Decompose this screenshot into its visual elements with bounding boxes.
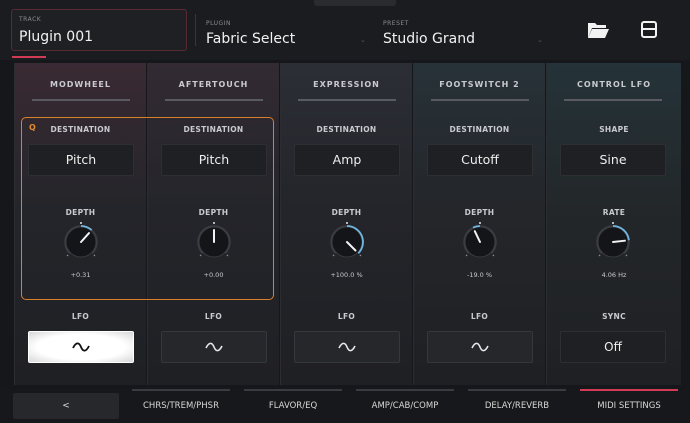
selection-frame bbox=[21, 117, 274, 300]
lfo-label: LFO bbox=[71, 312, 90, 321]
plugin-label: PLUGIN bbox=[206, 20, 231, 27]
sync-select[interactable]: Off bbox=[560, 331, 666, 363]
column-title-underline bbox=[165, 99, 263, 101]
plugin-value: Fabric Select bbox=[206, 31, 296, 47]
column-title-underline bbox=[564, 99, 662, 101]
back-button[interactable]: < bbox=[13, 393, 119, 419]
rate-value: 4.06 Hz bbox=[601, 271, 627, 279]
lfo-toggle-button[interactable] bbox=[427, 331, 533, 363]
lfo-toggle-button[interactable] bbox=[161, 331, 267, 363]
column-expression: EXPRESSION DESTINATION Amp DEPTH +100.0 … bbox=[280, 63, 412, 385]
column-footswitch-2: FOOTSWITCH 2 DESTINATION Cutoff DEPTH -1… bbox=[413, 63, 545, 385]
lfo-label: LFO bbox=[470, 312, 489, 321]
drag-handle[interactable] bbox=[314, 0, 396, 6]
depth-value: +100.0 % bbox=[330, 271, 363, 279]
tab-delay-reverb[interactable]: DELAY/REVERB bbox=[464, 389, 570, 423]
track-active-indicator bbox=[12, 56, 46, 58]
column-title: EXPRESSION bbox=[313, 80, 380, 89]
lfo-toggle-button[interactable] bbox=[294, 331, 400, 363]
track-value: Plugin 001 bbox=[19, 29, 94, 45]
rate-label: RATE bbox=[602, 208, 626, 217]
sine-wave-icon bbox=[205, 342, 223, 352]
column-title-underline bbox=[32, 99, 130, 101]
depth-label: DEPTH bbox=[464, 208, 495, 217]
column-title: FOOTSWITCH 2 bbox=[439, 80, 520, 89]
tab-midi-settings[interactable]: MIDI SETTINGS bbox=[576, 389, 682, 423]
header-bar: TRACK Plugin 001 PLUGIN Fabric Select ⌄ … bbox=[0, 0, 690, 60]
lfo-label: LFO bbox=[337, 312, 356, 321]
tab-amp-cab-comp[interactable]: AMP/CAB/COMP bbox=[352, 389, 458, 423]
sync-label: SYNC bbox=[602, 312, 626, 321]
column-title-underline bbox=[298, 99, 396, 101]
lfo-label: LFO bbox=[204, 312, 223, 321]
destination-label: DESTINATION bbox=[449, 125, 510, 134]
column-title: MODWHEEL bbox=[50, 80, 111, 89]
save-button[interactable] bbox=[636, 19, 662, 41]
depth-knob[interactable] bbox=[459, 221, 501, 263]
tab-chrs-trem-phsr[interactable]: CHRS/TREM/PHSR bbox=[128, 389, 234, 423]
preset-field[interactable]: PRESET Studio Grand ⌄ bbox=[377, 9, 547, 51]
depth-value: -19.0 % bbox=[466, 271, 493, 279]
column-title: CONTROL LFO bbox=[576, 80, 652, 89]
column-title: AFTERTOUCH bbox=[178, 80, 249, 89]
destination-label: DESTINATION bbox=[316, 125, 377, 134]
q-link-badge: Q bbox=[29, 123, 36, 132]
lfo-toggle-button[interactable] bbox=[28, 331, 134, 363]
shape-label: SHAPE bbox=[599, 125, 629, 134]
destination-select[interactable]: Cutoff bbox=[427, 144, 533, 176]
header-divider bbox=[195, 14, 196, 46]
folder-icon bbox=[588, 23, 609, 38]
chevron-down-icon: ⌄ bbox=[360, 36, 366, 44]
sine-wave-icon bbox=[338, 342, 356, 352]
save-disk-icon bbox=[641, 21, 657, 38]
tab-flavor-eq[interactable]: FLAVOR/EQ bbox=[240, 389, 346, 423]
destination-select[interactable]: Amp bbox=[294, 144, 400, 176]
column-title-underline bbox=[431, 99, 529, 101]
chevron-down-icon: ⌄ bbox=[537, 36, 543, 44]
preset-label: PRESET bbox=[383, 20, 409, 27]
sine-wave-icon bbox=[471, 342, 489, 352]
track-label: TRACK bbox=[19, 16, 42, 23]
plugin-field[interactable]: PLUGIN Fabric Select ⌄ bbox=[200, 9, 370, 51]
depth-knob[interactable] bbox=[326, 221, 368, 263]
preset-value: Studio Grand bbox=[383, 31, 475, 47]
column-control-lfo: CONTROL LFO SHAPE Sine RATE 4.06 Hz SYNC… bbox=[546, 63, 681, 385]
sine-wave-icon bbox=[72, 342, 90, 352]
shape-select[interactable]: Sine bbox=[560, 144, 666, 176]
open-folder-button[interactable] bbox=[585, 19, 611, 41]
bottom-tab-bar: < CHRS/TREM/PHSR FLAVOR/EQ AMP/CAB/COMP … bbox=[0, 389, 690, 423]
depth-label: DEPTH bbox=[331, 208, 362, 217]
rate-knob[interactable] bbox=[592, 221, 634, 263]
track-field[interactable]: TRACK Plugin 001 bbox=[11, 9, 187, 51]
